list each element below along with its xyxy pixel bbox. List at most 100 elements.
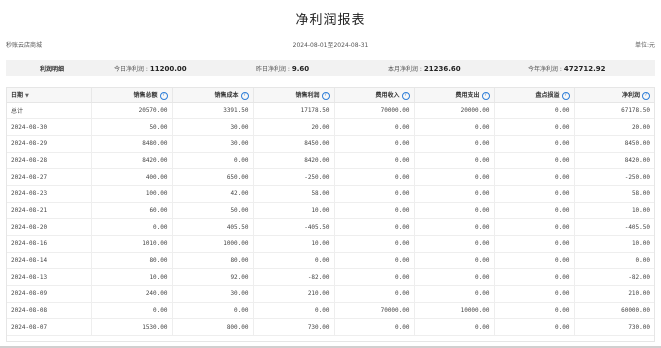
cell-fee-expense: 0.00	[414, 252, 495, 270]
cell-fee-income: 0.00	[334, 168, 415, 186]
cell-sales-profit: 730.00	[253, 318, 335, 337]
cell-inventory-loss: 0.00	[494, 152, 575, 170]
table-row: 2024-08-29 8480.00 30.00 8450.00 0.00 0.…	[7, 135, 654, 153]
report-period: 2024-08-01至2024-08-31	[292, 42, 369, 49]
report-meta: 秒账云店商城 2024-08-01至2024-08-31 单位:元	[6, 40, 655, 50]
cell-fee-income: 0.00	[334, 152, 415, 170]
cell-fee-expense: 0.00	[414, 318, 495, 337]
cell-inventory-loss: 0.00	[494, 318, 575, 337]
cell-net-profit: 67178.50	[574, 102, 654, 120]
question-circle-icon[interactable]: ?	[401, 91, 410, 100]
cell-sales-cost: 30.00	[172, 135, 254, 153]
cell-fee-income: 0.00	[334, 235, 415, 253]
col-date-header[interactable]: 日期 ▼	[7, 88, 92, 103]
question-circle-icon[interactable]: ?	[321, 91, 330, 100]
cell-fee-income: 0.00	[334, 135, 415, 153]
cell-fee-expense: 20000.00	[414, 102, 495, 120]
question-circle-icon[interactable]: ?	[642, 91, 650, 100]
question-circle-icon[interactable]: ?	[481, 91, 490, 100]
cell-date: 2024-08-09	[7, 285, 92, 303]
yesterday-net-profit-value: 9.60	[291, 65, 310, 73]
cell-date: 2024-08-16	[7, 235, 92, 253]
cell-net-profit: 210.00	[574, 285, 654, 303]
col-date-label: 日期	[11, 92, 24, 100]
today-net-profit-value: 11200.00	[149, 65, 187, 73]
cell-fee-expense: 0.00	[414, 168, 495, 186]
cell-date: 2024-08-23	[7, 185, 92, 203]
cell-inventory-loss: 0.00	[494, 285, 575, 303]
cell-sales-total: 400.00	[91, 168, 173, 186]
cell-date: 总计	[7, 102, 92, 120]
cell-net-profit: 730.00	[574, 318, 654, 337]
cell-sales-cost: 30.00	[172, 118, 254, 136]
table-row: 2024-08-16 1010.00 1000.00 10.00 0.00 0.…	[7, 235, 654, 253]
cell-sales-profit: 17178.50	[253, 102, 335, 120]
question-circle-icon[interactable]: ?	[159, 91, 168, 100]
cell-sales-total: 8420.00	[91, 152, 173, 170]
currency-unit: 单位:元	[634, 42, 655, 49]
question-circle-icon[interactable]: ?	[240, 91, 249, 100]
cell-sales-total: 0.00	[91, 218, 173, 236]
cell-sales-cost: 80.00	[172, 252, 254, 270]
yesterday-net-profit: 昨日净利润 : 9.60	[256, 64, 309, 73]
cell-sales-total: 1010.00	[91, 235, 173, 253]
cell-date: 2024-08-28	[7, 152, 92, 170]
cell-fee-income: 0.00	[334, 285, 415, 303]
col-sales-cost-label: 销售成本	[214, 92, 239, 99]
month-net-profit-label: 本月净利润 :	[388, 66, 424, 73]
cell-net-profit: 0.00	[574, 252, 654, 270]
col-net-profit-label: 净利润	[621, 92, 640, 99]
cell-fee-expense: 0.00	[414, 285, 495, 303]
cell-net-profit: 8420.00	[574, 152, 654, 170]
cell-date: 2024-08-08	[7, 302, 92, 320]
page-title: 净利润报表	[295, 13, 366, 28]
cell-inventory-loss: 0.00	[494, 302, 575, 320]
cell-net-profit: 20.00	[574, 118, 654, 136]
cell-sales-cost: 800.00	[172, 318, 254, 337]
col-net-profit-header: 净利润?	[574, 88, 654, 103]
profit-table-container[interactable]: 日期 ▼ 销售总额? 销售成本? 销售利润? 费用收入? 费用支出? 盘点损溢? …	[6, 87, 655, 342]
cell-date: 2024-08-29	[7, 135, 92, 153]
cell-net-profit: -250.00	[574, 168, 654, 186]
cell-fee-expense: 0.00	[414, 268, 495, 287]
year-net-profit: 今年净利润 : 472712.92	[528, 64, 605, 73]
cell-net-profit: 58.00	[574, 185, 654, 203]
cell-sales-total: 8480.00	[91, 135, 173, 153]
col-sales-total-label: 销售总额	[133, 92, 158, 99]
cell-fee-expense: 0.00	[414, 118, 495, 136]
cell-date: 2024-08-14	[7, 252, 92, 270]
cell-sales-total: 60.00	[91, 202, 173, 220]
cell-fee-income: 0.00	[334, 252, 415, 270]
col-fee-income-header: 费用收入?	[334, 88, 415, 103]
cell-fee-income: 0.00	[334, 118, 415, 136]
cell-sales-profit: 58.00	[253, 185, 335, 203]
cell-sales-profit: 10.00	[253, 202, 335, 220]
cell-date: 2024-08-07	[7, 318, 92, 337]
col-fee-expense-label: 费用支出	[455, 92, 480, 99]
cell-fee-income: 0.00	[334, 218, 415, 236]
cell-inventory-loss: 0.00	[494, 252, 575, 270]
cell-sales-total: 10.00	[91, 268, 173, 287]
col-fee-expense-header: 费用支出?	[414, 88, 495, 103]
cell-inventory-loss: 0.00	[494, 168, 575, 186]
question-circle-icon[interactable]: ?	[561, 91, 570, 100]
table-row: 2024-08-14 80.00 80.00 0.00 0.00 0.00 0.…	[7, 252, 654, 270]
cell-sales-cost: 42.00	[172, 185, 254, 203]
cell-date: 2024-08-20	[7, 218, 92, 236]
cell-sales-total: 1530.00	[91, 318, 173, 337]
cell-sales-profit: -250.00	[253, 168, 335, 186]
caret-down-icon[interactable]: ▼	[25, 93, 29, 99]
month-net-profit-value: 21236.60	[423, 65, 461, 73]
col-fee-income-label: 费用收入	[375, 92, 400, 99]
cell-sales-profit: 8450.00	[253, 135, 335, 153]
cell-fee-expense: 0.00	[414, 152, 495, 170]
table-row: 2024-08-20 0.00 405.50 -405.50 0.00 0.00…	[7, 218, 654, 236]
cell-net-profit: 8450.00	[574, 135, 654, 153]
cell-sales-cost: 0.00	[172, 152, 254, 170]
cell-inventory-loss: 0.00	[494, 235, 575, 253]
year-net-profit-label: 今年净利润 :	[528, 66, 564, 73]
cell-inventory-loss: 0.00	[494, 135, 575, 153]
cell-inventory-loss: 0.00	[494, 118, 575, 136]
cell-fee-income: 0.00	[334, 318, 415, 337]
cell-fee-income: 0.00	[334, 202, 415, 220]
